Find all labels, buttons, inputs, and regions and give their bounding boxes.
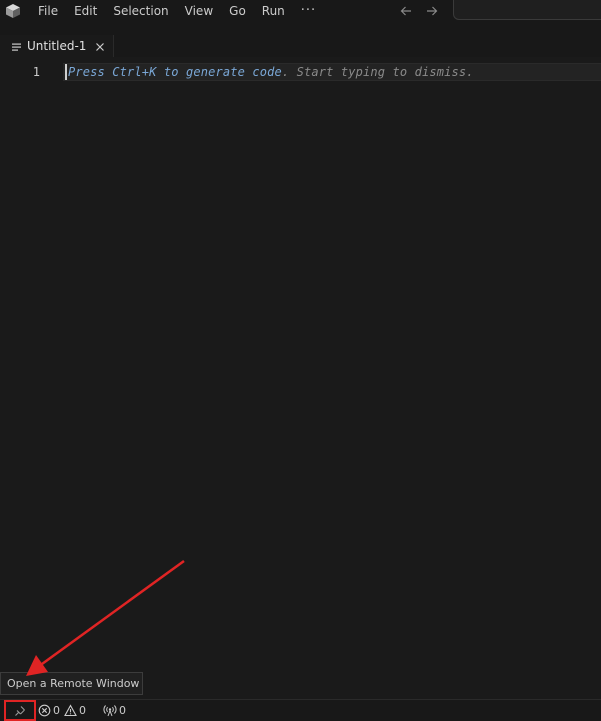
hint-action: to generate code (156, 65, 282, 79)
title-bar: File Edit Selection View Go Run ··· (0, 0, 601, 22)
warning-count: 0 (79, 704, 86, 717)
arrow-left-icon[interactable] (398, 3, 414, 19)
error-circle-icon (38, 704, 51, 717)
tab-label: Untitled-1 (27, 39, 87, 53)
close-icon[interactable] (95, 42, 105, 52)
ports-count: 0 (119, 704, 126, 717)
remote-window-tooltip: Open a Remote Window (0, 672, 143, 695)
menu-go[interactable]: Go (221, 0, 254, 22)
warning-triangle-icon (64, 704, 77, 717)
remote-connection-icon (15, 705, 25, 716)
arrow-right-icon[interactable] (424, 3, 440, 19)
status-bar: 0 0 0 (0, 699, 601, 721)
text-cursor (65, 64, 67, 80)
hint-dismiss: . Start typing to dismiss. (281, 65, 474, 79)
problems-status[interactable]: 0 0 (38, 700, 90, 721)
remote-window-button[interactable] (4, 700, 36, 721)
menu-view[interactable]: View (177, 0, 221, 22)
menu-file[interactable]: File (30, 0, 66, 22)
menu-bar: File Edit Selection View Go Run ··· (30, 0, 324, 22)
tab-bar: Untitled-1 (0, 22, 601, 70)
editor-area[interactable]: 1 Press Ctrl+K to generate code. Start t… (0, 57, 601, 699)
menu-run[interactable]: Run (254, 0, 293, 22)
line-number: 1 (32, 65, 40, 79)
command-center[interactable] (453, 0, 601, 20)
menu-edit[interactable]: Edit (66, 0, 105, 22)
generate-code-hint: Press Ctrl+K to generate code. Start typ… (68, 64, 474, 80)
cube-logo-icon[interactable] (5, 3, 21, 19)
menu-selection[interactable]: Selection (105, 0, 176, 22)
text-lines-icon (12, 43, 21, 51)
error-count: 0 (53, 704, 60, 717)
menu-more-icon[interactable]: ··· (293, 1, 324, 21)
broadcast-icon (103, 705, 117, 717)
ports-status[interactable]: 0 (103, 700, 130, 721)
editor-window: File Edit Selection View Go Run ··· Unti… (0, 0, 601, 721)
hint-shortcut: Press Ctrl+K (68, 65, 157, 79)
